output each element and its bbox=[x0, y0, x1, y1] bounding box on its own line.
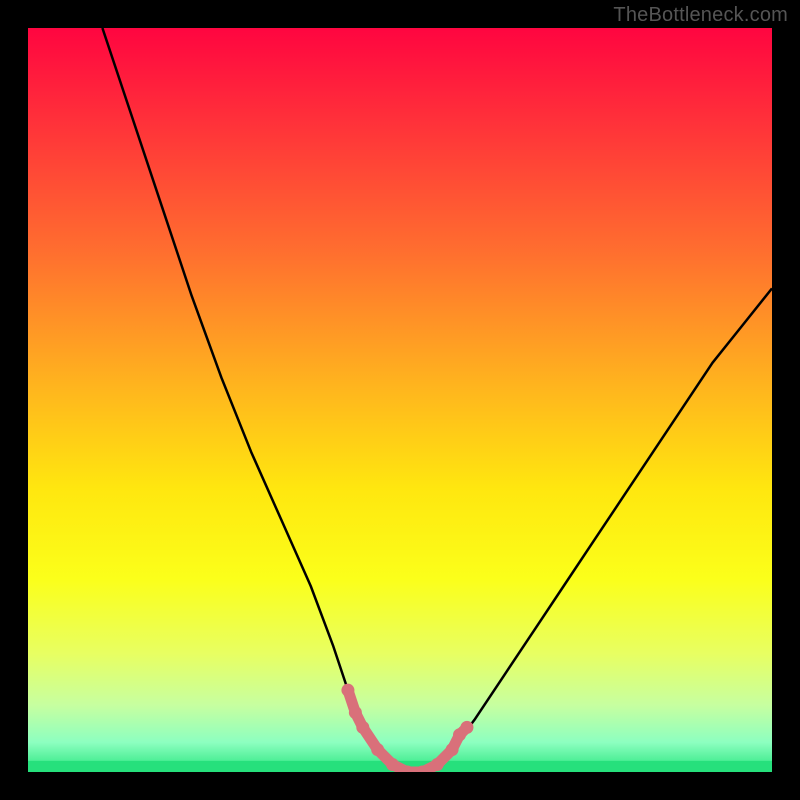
plot-area bbox=[28, 28, 772, 772]
chart-canvas bbox=[28, 28, 772, 772]
trough-highlight-marker bbox=[460, 721, 473, 734]
watermark-text: TheBottleneck.com bbox=[613, 4, 788, 27]
trough-highlight-marker bbox=[431, 758, 444, 771]
trough-highlight-marker bbox=[341, 684, 354, 697]
trough-highlight-marker bbox=[371, 743, 384, 756]
trough-highlight-marker bbox=[386, 758, 399, 771]
trough-highlight-marker bbox=[356, 721, 369, 734]
bottleneck-curve bbox=[102, 28, 772, 772]
trough-highlight-marker bbox=[446, 743, 459, 756]
trough-highlight-marker bbox=[349, 706, 362, 719]
chart-frame: TheBottleneck.com bbox=[0, 0, 800, 800]
